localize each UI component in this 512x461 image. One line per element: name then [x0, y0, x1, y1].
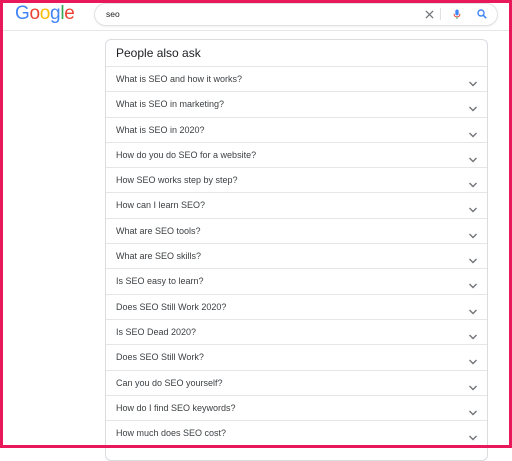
paa-question-text: What is SEO in 2020? [116, 124, 205, 135]
chevron-down-icon[interactable] [468, 227, 478, 239]
paa-question-item[interactable]: Does SEO Still Work 2020? [106, 293, 487, 319]
chevron-down-icon[interactable] [468, 201, 478, 213]
search-input[interactable] [106, 7, 406, 21]
paa-question-item[interactable]: How do you do SEO for a website? [106, 141, 487, 167]
close-icon[interactable] [422, 7, 436, 21]
paa-question-text: What is SEO in marketing? [116, 99, 225, 110]
chevron-down-icon[interactable] [468, 100, 478, 112]
paa-question-item[interactable]: How can I learn SEO? [106, 192, 487, 217]
paa-question-item[interactable]: Is SEO Dead 2020? [106, 318, 487, 344]
chevron-down-icon[interactable] [468, 303, 478, 315]
paa-question-item[interactable]: What is SEO in 2020? [106, 116, 487, 142]
paa-list: What is SEO and how it works? What is SEO… [106, 66, 487, 445]
paa-question-text: How SEO works step by step? [116, 175, 238, 186]
logo-letter: G [15, 3, 30, 24]
paa-question-text: How do you do SEO for a website? [116, 149, 257, 160]
paa-question-text: What are SEO skills? [116, 251, 202, 262]
paa-title: People also ask [116, 46, 201, 60]
chevron-down-icon[interactable] [468, 176, 478, 188]
paa-question-text: Does SEO Still Work? [116, 352, 204, 363]
paa-question-text: Is SEO Dead 2020? [116, 326, 197, 337]
chevron-down-icon[interactable] [468, 126, 478, 138]
search-divider [440, 8, 441, 20]
paa-question-text: What are SEO tools? [116, 225, 201, 236]
chevron-down-icon[interactable] [468, 353, 478, 365]
paa-question-text: How much does SEO cost? [116, 428, 227, 439]
paa-question-item[interactable]: Can you do SEO yourself? [106, 369, 487, 395]
paa-question-text: How can I learn SEO? [116, 200, 206, 211]
paa-question-item[interactable]: How SEO works step by step? [106, 167, 487, 192]
paa-question-text: Is SEO easy to learn? [116, 276, 204, 287]
paa-question-text: Can you do SEO yourself? [116, 377, 223, 388]
chevron-down-icon[interactable] [468, 75, 478, 87]
logo-letter: e [64, 3, 75, 24]
chevron-down-icon[interactable] [468, 252, 478, 264]
paa-question-item[interactable]: How do I find SEO keywords? [106, 394, 487, 420]
google-logo[interactable]: Google [15, 3, 75, 25]
paa-question-item[interactable]: What are SEO skills? [106, 243, 487, 268]
paa-question-item[interactable]: What are SEO tools? [106, 217, 487, 243]
search-box[interactable] [94, 3, 498, 26]
paa-question-text: What is SEO and how it works? [116, 74, 243, 84]
paa-question-text: Does SEO Still Work 2020? [116, 301, 227, 312]
chevron-down-icon[interactable] [468, 404, 478, 416]
people-also-ask-panel: People also ask What is SEO and how it w… [105, 39, 488, 461]
logo-letter: o [29, 3, 40, 24]
logo-letter: o [39, 3, 51, 24]
chevron-down-icon[interactable] [468, 277, 478, 289]
paa-question-item[interactable]: What is SEO in marketing? [106, 91, 487, 116]
mic-icon[interactable] [450, 7, 464, 21]
logo-letter: g [50, 3, 61, 24]
paa-question-item[interactable]: What is SEO and how it works? [106, 66, 487, 91]
paa-question-item[interactable]: Does SEO Still Work? [106, 344, 487, 369]
paa-question-item[interactable]: How much does SEO cost? [106, 420, 487, 445]
header: Google [0, 0, 512, 31]
paa-question-item[interactable]: Is SEO easy to learn? [106, 268, 487, 293]
chevron-down-icon[interactable] [468, 429, 478, 441]
chevron-down-icon[interactable] [468, 379, 478, 391]
chevron-down-icon[interactable] [468, 328, 478, 340]
search-icon[interactable] [475, 7, 489, 21]
paa-question-text: How do I find SEO keywords? [116, 402, 236, 413]
chevron-down-icon[interactable] [468, 151, 478, 163]
